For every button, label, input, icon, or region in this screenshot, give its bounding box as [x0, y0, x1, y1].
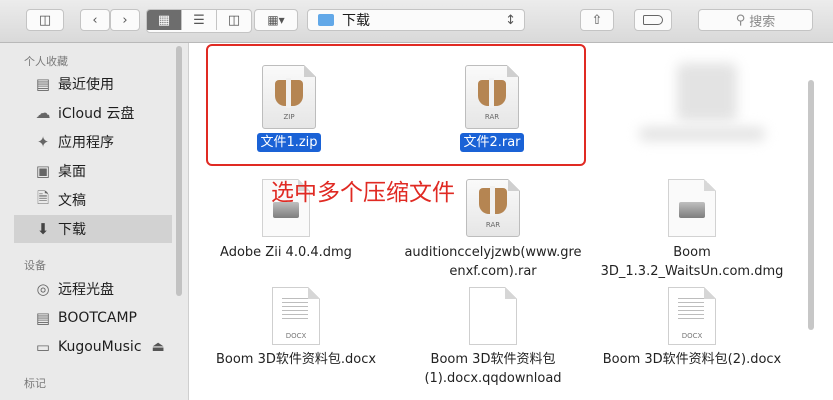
- file-item[interactable]: Boom 3D软件资料包 (1).docx.qqdownload: [398, 287, 588, 388]
- file-name-line-1: Boom: [673, 245, 711, 260]
- file-name: Boom 3D软件资料包.docx: [215, 352, 377, 367]
- sidebar-item-label: BOOTCAMP: [58, 310, 138, 326]
- arrange-button[interactable]: ▦▾: [254, 9, 298, 31]
- tag-icon: [643, 15, 663, 25]
- sidebar-icon: ◫: [38, 12, 52, 28]
- disk-image-icon: [668, 179, 716, 237]
- file-name-line-1: auditionccelyjzwb(www.gre: [404, 245, 582, 260]
- search-placeholder: 搜索: [749, 14, 776, 30]
- sidebar-item-label: 最近使用: [58, 77, 114, 93]
- icon-view-button[interactable]: ▦: [147, 10, 182, 30]
- desktop-icon: ▣: [35, 162, 51, 180]
- arrange-icon: ▦▾: [267, 13, 285, 27]
- back-button[interactable]: ‹: [80, 9, 110, 31]
- sidebar-item-remote-disc[interactable]: ◎ 远程光盘: [14, 275, 172, 303]
- annotation-label: 选中多个压缩文件: [271, 180, 455, 206]
- file-item[interactable]: DOCX Boom 3D软件资料包(2).docx: [597, 287, 787, 369]
- sidebar-item-label: 桌面: [58, 164, 86, 180]
- documents-icon: 🗎: [36, 188, 50, 207]
- toolbar: ◫ ‹ › ▦ ☰ ◫ ▦▾ 下载 ↕ ⇧ ⚲ 搜索: [0, 0, 833, 43]
- chevron-left-icon: ‹: [92, 12, 98, 28]
- sidebar-item-label: iCloud 云盘: [58, 106, 135, 122]
- search-field[interactable]: ⚲ 搜索: [698, 9, 813, 31]
- chevron-updown-icon: ↕: [505, 12, 516, 28]
- search-icon: ⚲: [735, 12, 746, 28]
- sidebar-item-icloud[interactable]: ☁ iCloud 云盘: [14, 99, 172, 127]
- sidebar-item-kugoumusic[interactable]: ▭ KugouMusic ⏏: [14, 333, 172, 361]
- section-header-tags: 标记: [24, 377, 46, 390]
- folder-icon: [318, 14, 334, 26]
- sidebar-item-applications[interactable]: ✦ 应用程序: [14, 128, 172, 156]
- section-header-favorites: 个人收藏: [24, 55, 68, 68]
- sidebar: 个人收藏 ▤ 最近使用 ☁ iCloud 云盘 ✦ 应用程序 ▣ 桌面 🗎 文稿…: [0, 43, 189, 400]
- sidebar-item-downloads[interactable]: ⬇ 下载: [14, 215, 172, 243]
- blurred-file-icon: [677, 63, 737, 121]
- rar-archive-icon: RAR: [466, 179, 520, 237]
- share-button[interactable]: ⇧: [580, 9, 614, 31]
- blurred-file-name: [639, 127, 765, 141]
- file-name: Adobe Zii 4.0.4.dmg: [220, 245, 352, 260]
- eject-icon[interactable]: ⏏: [152, 339, 165, 355]
- cloud-icon: ☁: [35, 104, 51, 122]
- sidebar-item-desktop[interactable]: ▣ 桌面: [14, 157, 172, 185]
- list-icon: ☰: [193, 12, 205, 28]
- column-view-button[interactable]: ◫: [217, 10, 251, 30]
- section-header-devices: 设备: [24, 259, 46, 272]
- disk-icon: ▭: [35, 338, 51, 356]
- forward-button[interactable]: ›: [110, 9, 140, 31]
- docx-document-icon: DOCX: [668, 287, 716, 345]
- file-item[interactable]: Boom 3D_1.3.2_WaitsUn.com.dmg: [597, 179, 787, 281]
- sidebar-item-bootcamp[interactable]: ▤ BOOTCAMP: [14, 304, 172, 332]
- sidebar-item-label: 远程光盘: [58, 282, 114, 298]
- tag-button[interactable]: [634, 9, 672, 31]
- file-name-line-2: (1).docx.qqdownload: [424, 371, 562, 386]
- sidebar-item-label: 下载: [58, 222, 86, 238]
- file-item[interactable]: DOCX Boom 3D软件资料包.docx: [201, 287, 391, 369]
- file-name-line-2: 3D_1.3.2_WaitsUn.com.dmg: [600, 264, 784, 279]
- columns-icon: ◫: [227, 12, 241, 28]
- view-mode-control: ▦ ☰ ◫: [146, 9, 252, 33]
- share-icon: ⇧: [591, 12, 603, 28]
- sidebar-item-label: KugouMusic: [58, 339, 142, 355]
- download-document-icon: [469, 287, 517, 345]
- chevron-right-icon: ›: [122, 12, 128, 28]
- sidebar-item-documents[interactable]: 🗎 文稿: [14, 186, 172, 214]
- path-popup[interactable]: 下载 ↕: [307, 9, 525, 31]
- selection-highlight-box: [206, 44, 586, 166]
- grid-icon: ▦: [157, 12, 171, 28]
- file-name-line-1: Boom 3D软件资料包: [430, 352, 556, 367]
- file-name: Boom 3D软件资料包(2).docx: [602, 352, 782, 367]
- sidebar-toggle-button[interactable]: ◫: [26, 9, 64, 31]
- download-icon: ⬇: [36, 220, 50, 238]
- location-label: 下载: [342, 13, 370, 29]
- applications-icon: ✦: [36, 133, 50, 151]
- recents-icon: ▤: [35, 75, 51, 93]
- docx-document-icon: DOCX: [272, 287, 320, 345]
- content-scrollbar[interactable]: [808, 80, 814, 330]
- disk-icon: ▤: [35, 309, 51, 327]
- sidebar-item-label: 应用程序: [58, 135, 114, 151]
- disc-icon: ◎: [36, 280, 50, 298]
- sidebar-scrollbar[interactable]: [176, 46, 182, 296]
- sidebar-item-recents[interactable]: ▤ 最近使用: [14, 70, 172, 98]
- file-name-line-2: enxf.com).rar: [449, 264, 537, 279]
- list-view-button[interactable]: ☰: [182, 10, 217, 30]
- sidebar-item-label: 文稿: [58, 193, 86, 209]
